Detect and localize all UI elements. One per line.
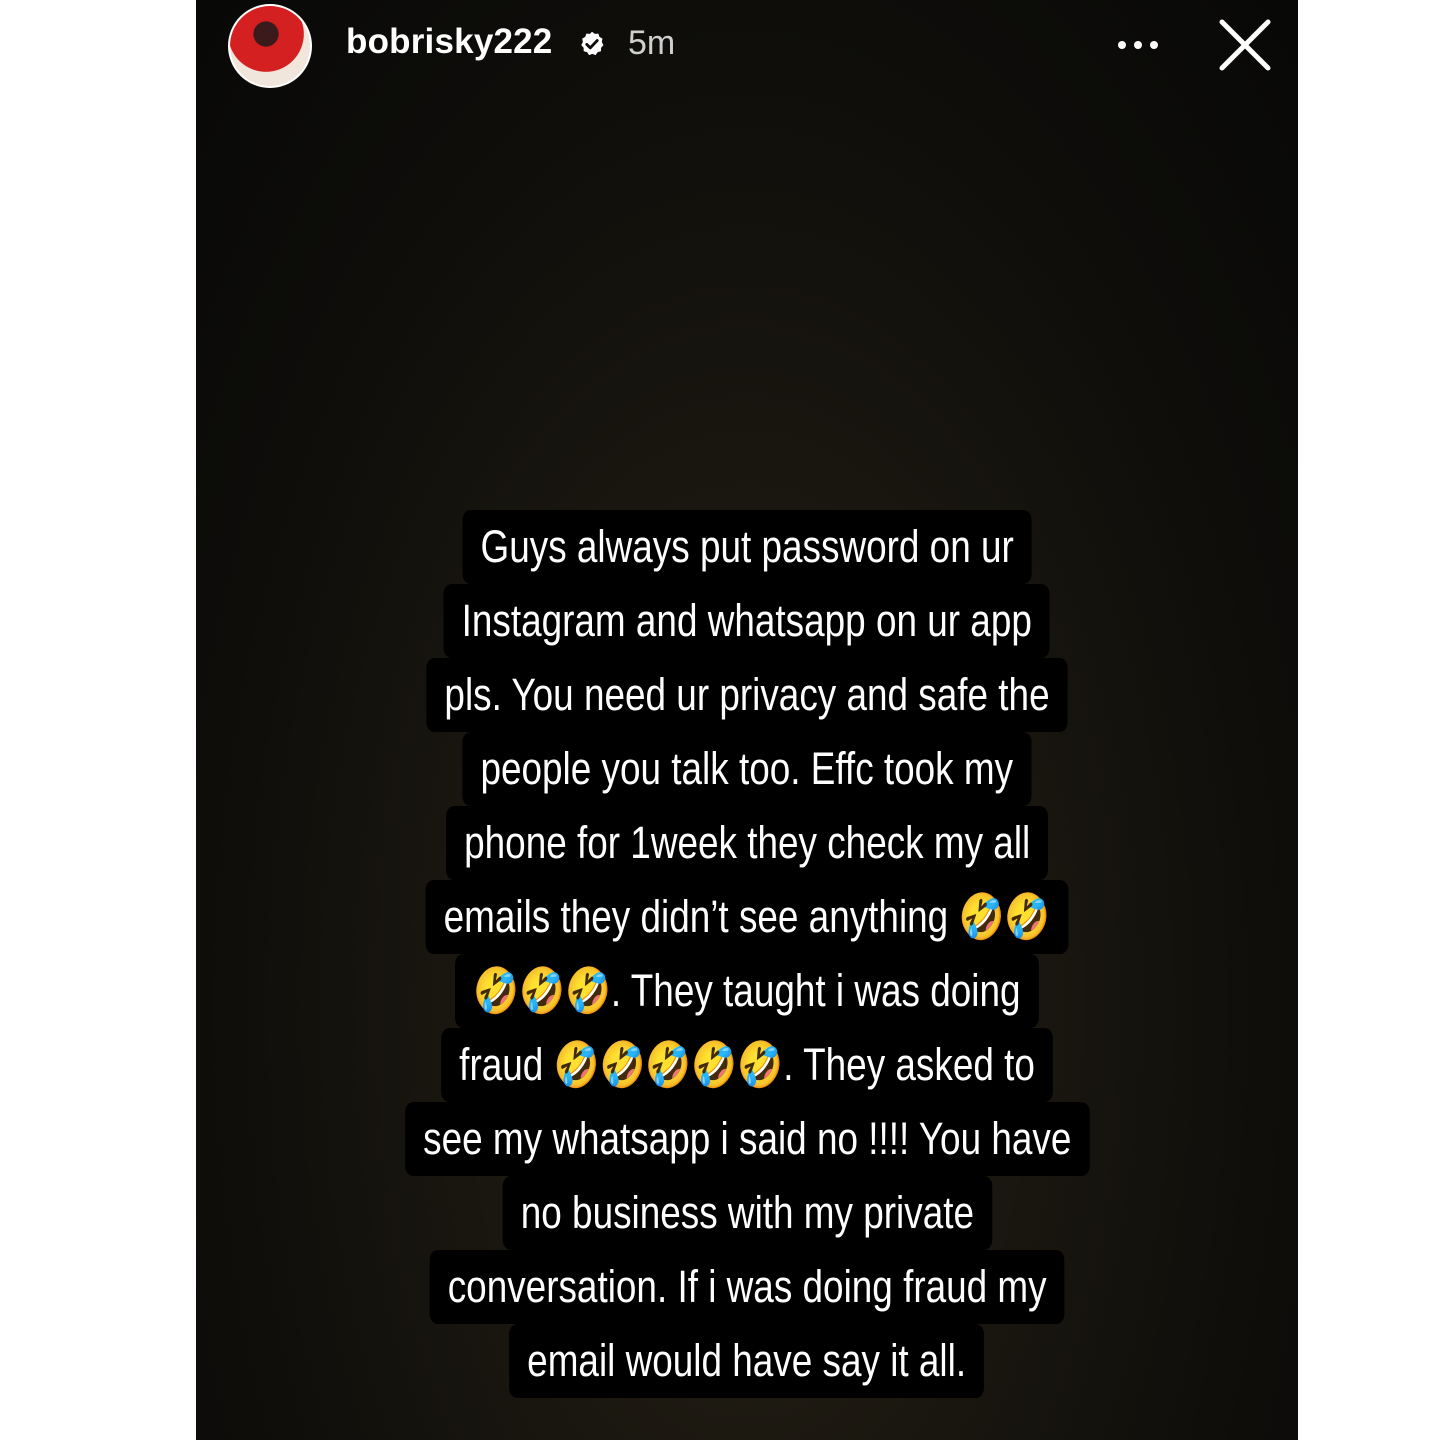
- story-viewer[interactable]: bobrisky222 5m Guys always put password …: [196, 0, 1298, 1440]
- caption-line: fraud 🤣🤣🤣🤣🤣. They asked to: [441, 1028, 1053, 1102]
- caption-line: emails they didn’t see anything 🤣🤣: [425, 880, 1069, 954]
- verified-badge-icon: [581, 31, 604, 56]
- caption-line: Guys always put password on ur: [462, 510, 1032, 584]
- caption-line: see my whatsapp i said no !!!! You have: [404, 1102, 1090, 1176]
- caption-line: pls. You need ur privacy and safe the: [426, 658, 1068, 732]
- avatar[interactable]: [228, 4, 312, 88]
- more-options-icon[interactable]: [1114, 30, 1162, 60]
- username[interactable]: bobrisky222: [346, 22, 552, 62]
- story-header: bobrisky222 5m: [196, 0, 1298, 92]
- caption-line: people you talk too. Effc took my: [462, 732, 1032, 806]
- story-timestamp: 5m: [628, 24, 676, 62]
- caption-line: Instagram and whatsapp on ur app: [443, 584, 1051, 658]
- caption-line: email would have say it all.: [509, 1324, 985, 1398]
- caption-line: conversation. If i was doing fraud my: [429, 1250, 1065, 1324]
- caption-line: phone for 1week they check my all: [445, 806, 1049, 880]
- close-icon[interactable]: [1214, 14, 1276, 76]
- caption-line: no business with my private: [502, 1176, 992, 1250]
- story-caption: Guys always put password on ur Instagram…: [196, 510, 1298, 1398]
- caption-line: 🤣🤣🤣. They taught i was doing: [455, 954, 1039, 1028]
